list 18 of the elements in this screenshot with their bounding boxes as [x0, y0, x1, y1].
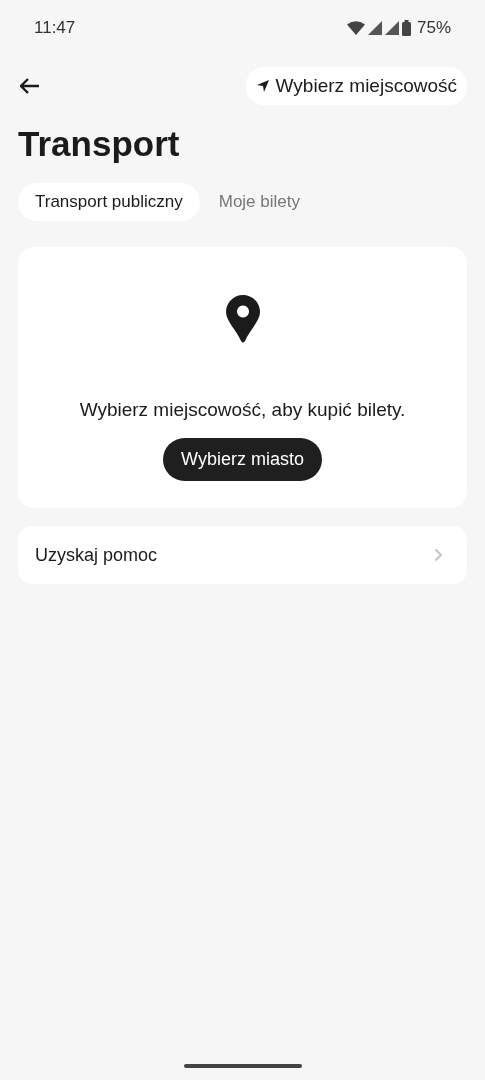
status-time: 11:47	[34, 18, 76, 38]
help-row[interactable]: Uzyskaj pomoc	[18, 526, 467, 584]
page-title: Transport	[18, 123, 181, 165]
choose-city-button[interactable]: Wybierz miasto	[163, 438, 322, 481]
location-button[interactable]: Wybierz miejscowość	[245, 67, 467, 105]
help-label: Uzyskaj pomoc	[35, 544, 158, 566]
tab[interactable]: Transport publiczny	[18, 183, 200, 221]
map-pin-icon	[225, 295, 260, 343]
battery-icon	[401, 20, 411, 36]
signal-icon	[367, 21, 382, 35]
navigation-arrow-icon	[256, 80, 269, 92]
wifi-icon	[346, 21, 365, 35]
empty-state-message: Wybierz miejscowość, aby kupić bilety.	[79, 398, 406, 422]
signal-icon	[384, 21, 399, 35]
tab[interactable]: Moje bilety	[201, 183, 317, 221]
back-arrow-icon[interactable]	[20, 78, 40, 94]
battery-percent: 75%	[416, 18, 451, 38]
chevron-right-icon	[434, 548, 443, 562]
